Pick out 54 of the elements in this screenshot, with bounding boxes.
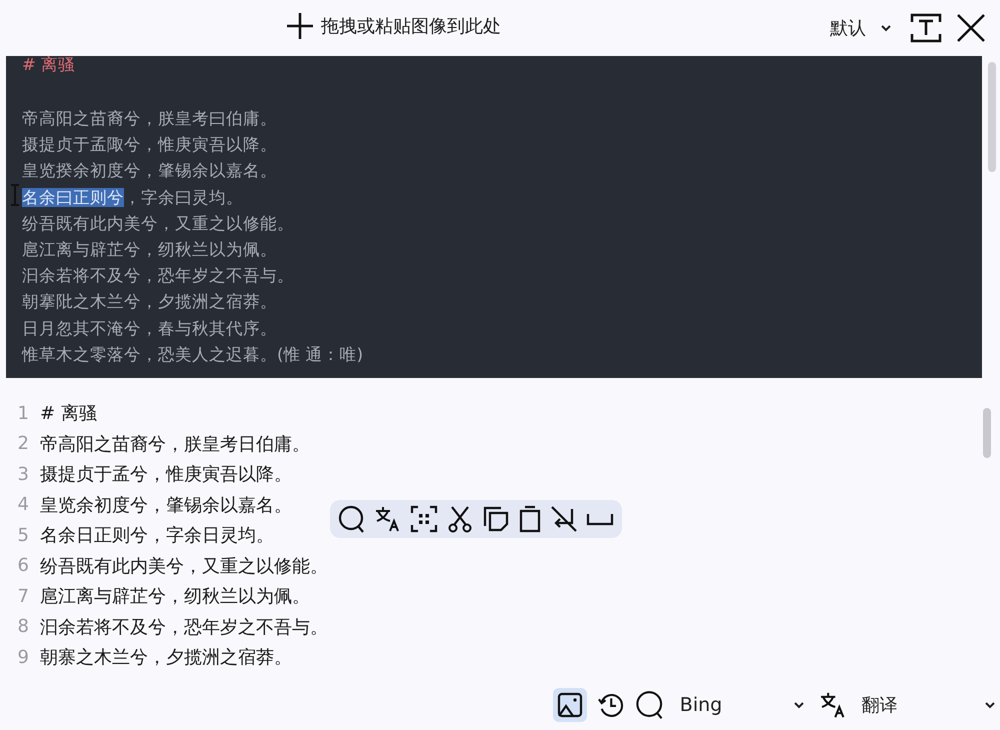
scrollbar[interactable] — [983, 408, 991, 458]
line-number: 6 — [16, 555, 30, 576]
text-line: 纷吾既有此内美兮，又重之以修能。 — [22, 214, 294, 233]
copy-icon[interactable] — [482, 505, 510, 533]
caret-icon — [880, 24, 892, 32]
scan-icon[interactable] — [410, 505, 438, 533]
mode-dropdown[interactable]: 默认 — [826, 12, 896, 44]
editor-line: # 离骚 — [40, 402, 97, 426]
line-number: 4 — [16, 494, 30, 516]
line-number: 1 — [16, 402, 30, 424]
translate-icon[interactable] — [374, 505, 402, 533]
plus-icon — [285, 11, 315, 41]
editor-line: 摄提贞于孟兮，惟庚寅吾以降。 — [40, 463, 292, 486]
scissors-icon[interactable] — [446, 505, 474, 533]
editor-line: 帝高阳之苗裔兮，朕皇考日伯庸。 — [40, 432, 310, 456]
close-icon[interactable] — [956, 13, 986, 43]
translate-icon[interactable] — [818, 690, 848, 720]
heading-text: 离骚 — [41, 55, 76, 74]
line-number: 3 — [16, 464, 30, 485]
text-line: 惟草木之零落兮，恐美人之迟暮。(惟 通：唯) — [22, 344, 364, 364]
selected-text: 名余曰正则兮 — [22, 188, 124, 207]
text-line: 日月忽其不淹兮，春与秋其代序。 — [22, 318, 277, 338]
text-line: 皇览揆余初度兮，肇锡余以嘉名。 — [22, 161, 277, 180]
heading-mark: # — [22, 55, 36, 74]
arrow-strike-icon[interactable] — [550, 505, 578, 533]
search-engine-dropdown[interactable]: Bing — [676, 690, 809, 720]
editor-line: 朝寨之木兰兮，夕揽洲之宿莽。 — [40, 646, 292, 670]
text-line: 朝搴阰之木兰兮，夕揽洲之宿莽。 — [22, 292, 277, 312]
line-number: 5 — [16, 524, 30, 546]
editor-line: 汩余若将不及兮，恐年岁之不吾与。 — [40, 616, 328, 639]
line-number: 2 — [16, 433, 30, 454]
image-button[interactable] — [553, 688, 587, 722]
line-number: 8 — [16, 616, 30, 638]
text-line: ，字余曰灵均。 — [124, 188, 243, 207]
action-dropdown[interactable]: 翻译 — [857, 689, 1000, 721]
text-line: 扈江离与辟芷兮，纫秋兰以为佩。 — [22, 240, 277, 260]
line-number: 7 — [16, 586, 30, 607]
text-cursor-icon — [10, 184, 20, 206]
text-frame-icon[interactable] — [910, 13, 942, 43]
editor-line: 皇览余初度兮，肇锡余以嘉名。 — [40, 494, 292, 517]
text-line: 摄提贞于孟陬兮，惟庚寅吾以降。 — [22, 135, 277, 154]
scrollbar[interactable] — [988, 62, 996, 172]
clipboard-icon[interactable] — [518, 505, 542, 533]
editor-line: 纷吾既有此内美兮，又重之以修能。 — [40, 554, 328, 578]
text-line: 汩余若将不及兮，恐年岁之不吾与。 — [22, 266, 294, 286]
text-line: 帝高阳之苗裔兮，朕皇考曰伯庸。 — [22, 109, 277, 128]
drop-hint[interactable]: 拖拽或粘贴图像到此处 — [321, 14, 501, 38]
space-icon[interactable] — [586, 512, 614, 526]
caret-icon — [792, 701, 805, 709]
editor-line: 扈江离与辟芷兮，纫秋兰以为佩。 — [40, 585, 310, 608]
search-icon[interactable] — [338, 505, 366, 533]
line-number: 9 — [16, 646, 30, 668]
editor-line: 名余日正则兮，字余日灵均。 — [40, 524, 274, 548]
caret-icon — [984, 701, 996, 709]
